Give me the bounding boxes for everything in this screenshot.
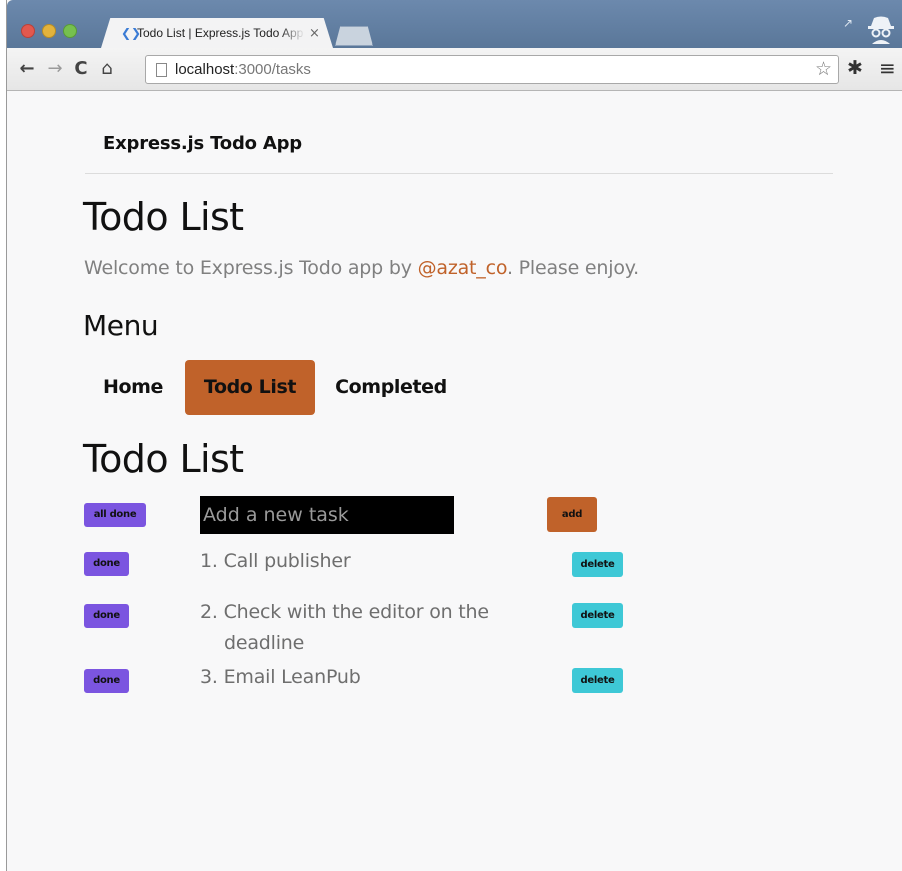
menu-heading: Menu bbox=[83, 309, 159, 342]
fullscreen-icon[interactable]: ↗ bbox=[841, 16, 855, 30]
task-done-button[interactable]: done bbox=[84, 669, 129, 693]
add-task-button[interactable]: add bbox=[547, 497, 597, 532]
close-window-button[interactable] bbox=[21, 24, 35, 38]
address-bar[interactable]: localhost:3000/tasks ☆ bbox=[145, 55, 839, 84]
navbar-brand[interactable]: Express.js Todo App bbox=[103, 133, 302, 154]
favicon-icon: ❮❯ bbox=[121, 26, 142, 40]
welcome-text: Welcome to Express.js Todo app by @azat_… bbox=[84, 257, 639, 279]
url-text: localhost:3000/tasks bbox=[175, 61, 311, 78]
minimize-window-button[interactable] bbox=[42, 24, 56, 38]
new-task-input[interactable] bbox=[200, 496, 454, 534]
tab-strip: ❮❯ Todo List | Express.js Todo App × ↗ bbox=[7, 0, 902, 48]
tab-close-icon[interactable]: × bbox=[309, 26, 320, 41]
page-title: Todo List bbox=[83, 195, 244, 239]
incognito-icon bbox=[868, 16, 894, 44]
task-delete-button[interactable]: delete bbox=[572, 603, 623, 628]
new-tab-button[interactable] bbox=[335, 26, 373, 46]
task-done-button[interactable]: done bbox=[84, 552, 129, 576]
bookmark-star-icon[interactable]: ☆ bbox=[815, 58, 832, 80]
extensions-gear-icon[interactable]: ✱ bbox=[847, 57, 863, 79]
menu-item-todo-list[interactable]: Todo List bbox=[185, 360, 315, 415]
home-icon[interactable]: ⌂ bbox=[97, 58, 117, 80]
page-content: Express.js Todo App Todo List Welcome to… bbox=[7, 91, 902, 871]
task-item: 1. Call publisher bbox=[200, 550, 351, 572]
all-done-button[interactable]: all done bbox=[84, 503, 146, 527]
chrome-menu-icon[interactable]: ≡ bbox=[879, 56, 896, 80]
forward-arrow-icon[interactable]: → bbox=[45, 58, 65, 80]
back-arrow-icon[interactable]: ← bbox=[17, 58, 37, 80]
browser-window: ❮❯ Todo List | Express.js Todo App × ↗ ←… bbox=[6, 0, 902, 871]
page-icon bbox=[156, 62, 167, 77]
menu-item-completed[interactable]: Completed bbox=[319, 360, 463, 415]
menu-item-home[interactable]: Home bbox=[88, 360, 178, 415]
task-delete-button[interactable]: delete bbox=[572, 552, 623, 577]
task-done-button[interactable]: done bbox=[84, 604, 129, 628]
reload-icon[interactable]: C bbox=[71, 58, 91, 80]
zoom-window-button[interactable] bbox=[63, 24, 77, 38]
task-delete-button[interactable]: delete bbox=[572, 668, 623, 693]
author-link[interactable]: @azat_co bbox=[418, 257, 508, 279]
task-item: 3. Email LeanPub bbox=[200, 666, 361, 688]
tab-title: Todo List | Express.js Todo App bbox=[137, 26, 304, 40]
browser-tab-active[interactable]: ❮❯ Todo List | Express.js Todo App × bbox=[101, 18, 333, 48]
app-navbar: Express.js Todo App bbox=[85, 115, 833, 174]
todo-list-heading: Todo List bbox=[83, 437, 244, 481]
task-item: 2. Check with the editor on the deadline bbox=[200, 601, 489, 654]
browser-toolbar: ← → C ⌂ localhost:3000/tasks ☆ ✱ ≡ bbox=[7, 48, 902, 91]
